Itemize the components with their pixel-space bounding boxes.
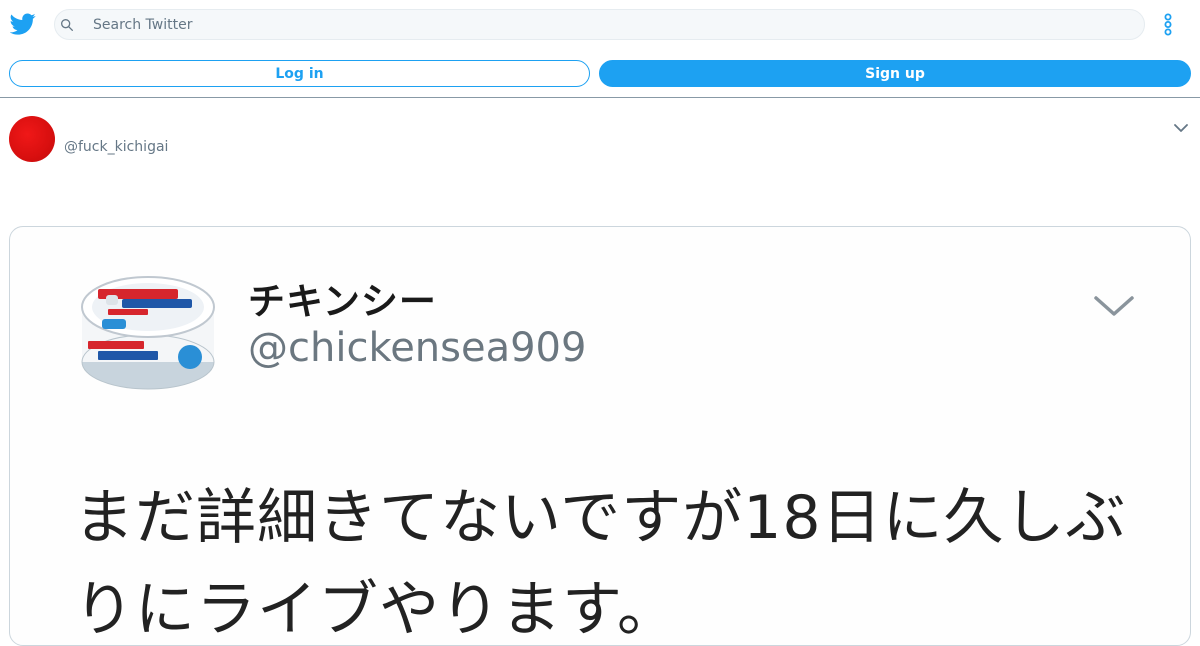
more-vertical-icon[interactable]	[1158, 12, 1178, 38]
embedded-tweet-text: まだ詳細きてないですが18日に久しぶりにライブやります。	[74, 483, 1127, 645]
signup-button[interactable]: Sign up	[599, 60, 1191, 87]
embedded-handle: @chickensea909	[248, 325, 587, 371]
tweet-author-handle[interactable]: @fuck_kichigai	[64, 139, 168, 155]
search-icon	[61, 18, 73, 31]
search-box[interactable]	[54, 9, 1145, 40]
embedded-display-name: チキンシー	[248, 280, 437, 323]
top-bar	[0, 0, 1200, 48]
search-input[interactable]	[93, 10, 1133, 39]
twitter-bird-icon[interactable]	[10, 11, 36, 37]
chevron-down-icon	[1094, 296, 1134, 316]
tuna-can-avatar	[81, 276, 215, 390]
chevron-down-icon[interactable]	[1172, 121, 1190, 135]
avatar[interactable]	[9, 116, 55, 162]
tweet-media-image[interactable]: チキンシー @chickensea909 まだ詳細きてないですが18日に久しぶり…	[9, 226, 1191, 646]
login-button[interactable]: Log in	[9, 60, 590, 87]
tweet-header: @fuck_kichigai	[0, 99, 1200, 219]
auth-button-row: Log in Sign up	[0, 56, 1200, 98]
